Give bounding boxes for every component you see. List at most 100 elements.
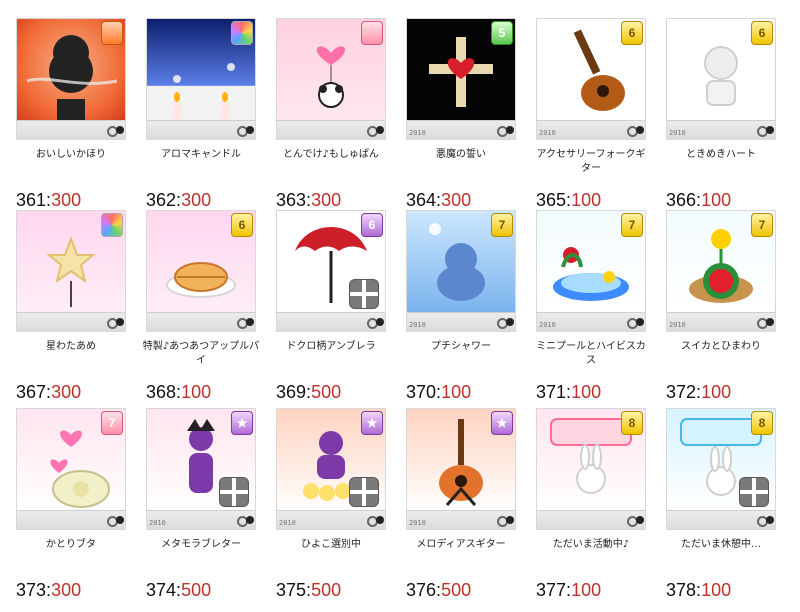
item-name: ときめきハート <box>686 149 756 160</box>
zoom-icon[interactable] <box>237 316 254 330</box>
item-code: 368:100 <box>146 382 212 402</box>
item-thumbnail[interactable]: 8 <box>666 408 776 530</box>
zoom-icon[interactable] <box>367 514 384 528</box>
item-card[interactable]: おいしいかほり 361:300 <box>16 18 144 218</box>
zoom-icon[interactable] <box>497 316 514 330</box>
item-name: メロディアスギター <box>416 539 506 550</box>
zoom-icon[interactable] <box>757 514 774 528</box>
item-card[interactable]: とんでけ♪もしゅぱん 363:300 <box>276 18 404 218</box>
item-name: メタモラブレター <box>161 539 241 550</box>
item-code: 375:500 <box>276 580 342 600</box>
item-thumbnail[interactable]: ★ 2010 <box>276 408 386 530</box>
item-card[interactable]: ★ 2010 メロディアスギター 376:500 <box>406 408 534 608</box>
zoom-icon[interactable] <box>627 124 644 138</box>
item-thumbnail[interactable]: 6 <box>276 210 386 332</box>
item-card[interactable]: 7 2010 スイカとひまわり 372:100 <box>666 210 794 410</box>
item-card[interactable]: ★ 2010 メタモラブレター 374:500 <box>146 408 274 608</box>
zoom-icon[interactable] <box>627 316 644 330</box>
item-name: 星わたあめ <box>46 341 96 352</box>
item-code: 369:500 <box>276 382 342 402</box>
item-thumbnail[interactable]: 7 2010 <box>406 210 516 332</box>
card-icon <box>361 21 383 45</box>
code-number: 366 <box>666 190 697 210</box>
zoom-icon[interactable] <box>497 124 514 138</box>
price-value: 500 <box>311 580 342 600</box>
price-value: 100 <box>571 190 602 210</box>
item-card[interactable]: 5 2010 悪魔の誓い 364:300 <box>406 18 534 218</box>
zoom-icon[interactable] <box>107 514 124 528</box>
item-thumbnail[interactable]: 7 2010 <box>536 210 646 332</box>
item-card[interactable]: 星わたあめ 367:300 <box>16 210 144 410</box>
zoom-icon[interactable] <box>107 124 124 138</box>
item-thumbnail[interactable]: ★ 2010 <box>146 408 256 530</box>
level-7-icon: 7 <box>621 213 643 237</box>
level-5-icon: 5 <box>491 21 513 45</box>
item-card[interactable]: アロマキャンドル 362:300 <box>146 18 274 218</box>
multicolor-icon <box>231 21 253 45</box>
item-thumbnail[interactable]: 6 2010 <box>666 18 776 140</box>
item-card[interactable]: 6 特製♪あつあつアップルパイ 368:100 <box>143 210 274 410</box>
item-card[interactable]: 6 2010 ときめきハート 366:100 <box>666 18 794 218</box>
level-7-icon: 7 <box>491 213 513 237</box>
thumbnail-strip <box>17 120 125 139</box>
level-6-icon: 6 <box>231 213 253 237</box>
item-name: アロマキャンドル <box>161 149 241 160</box>
zoom-icon[interactable] <box>757 124 774 138</box>
item-thumbnail[interactable] <box>146 18 256 140</box>
item-thumbnail[interactable]: 7 <box>16 408 126 530</box>
item-name: ミニプールとハイビスカス <box>536 341 646 366</box>
item-thumbnail[interactable]: ★ 2010 <box>406 408 516 530</box>
price-value: 300 <box>51 382 82 402</box>
item-card[interactable]: 8 ただいま休憩中… 378:100 <box>666 408 794 608</box>
price-value: 300 <box>51 190 82 210</box>
item-thumbnail[interactable] <box>16 18 126 140</box>
item-card[interactable]: 7 2010 ミニプールとハイビスカス 371:100 <box>536 210 664 410</box>
code-number: 375 <box>276 580 307 600</box>
thumbnail-strip <box>537 510 645 529</box>
year-label: 2010 <box>669 129 686 137</box>
price-value: 100 <box>571 382 602 402</box>
item-thumbnail[interactable] <box>276 18 386 140</box>
gift-icon <box>349 279 379 309</box>
item-thumbnail[interactable]: 6 <box>146 210 256 332</box>
price-value: 100 <box>701 382 732 402</box>
item-code: 363:300 <box>276 190 342 210</box>
price-value: 300 <box>51 580 82 600</box>
item-code: 367:300 <box>16 382 82 402</box>
zoom-icon[interactable] <box>367 124 384 138</box>
thumbnail-strip: 2010 <box>407 312 515 331</box>
star-icon: ★ <box>361 411 383 435</box>
code-number: 365 <box>536 190 567 210</box>
item-name: とんでけ♪もしゅぱん <box>283 149 379 160</box>
thumbnail-strip <box>17 510 125 529</box>
price-value: 300 <box>441 190 472 210</box>
item-card[interactable]: ★ 2010 ひよこ選別中 375:500 <box>276 408 404 608</box>
item-name: ドクロ柄アンブレラ <box>286 341 376 352</box>
code-number: 368 <box>146 382 177 402</box>
item-code: 366:100 <box>666 190 732 210</box>
thumbnail-strip: 2010 <box>407 510 515 529</box>
item-thumbnail[interactable] <box>16 210 126 332</box>
item-code: 378:100 <box>666 580 732 600</box>
thumbnail-strip <box>17 312 125 331</box>
zoom-icon[interactable] <box>237 124 254 138</box>
item-thumbnail[interactable]: 7 2010 <box>666 210 776 332</box>
item-thumbnail[interactable]: 5 2010 <box>406 18 516 140</box>
code-number: 367 <box>16 382 47 402</box>
zoom-icon[interactable] <box>757 316 774 330</box>
item-card[interactable]: 6 ドクロ柄アンブレラ 369:500 <box>276 210 404 410</box>
item-card[interactable]: 7 2010 プチシャワー 370:100 <box>406 210 534 410</box>
zoom-icon[interactable] <box>107 316 124 330</box>
zoom-icon[interactable] <box>237 514 254 528</box>
zoom-icon[interactable] <box>627 514 644 528</box>
item-card[interactable]: 6 2010 アクセサリーフォークギター 365:100 <box>536 18 664 218</box>
level-6-icon: 6 <box>361 213 383 237</box>
zoom-icon[interactable] <box>367 316 384 330</box>
zoom-icon[interactable] <box>497 514 514 528</box>
item-card[interactable]: 7 かとりブタ 373:300 <box>16 408 144 608</box>
item-card[interactable]: 8 ただいま活動中♪ 377:100 <box>536 408 664 608</box>
item-thumbnail[interactable]: 8 <box>536 408 646 530</box>
item-code: 373:300 <box>16 580 82 600</box>
item-thumbnail[interactable]: 6 2010 <box>536 18 646 140</box>
price-value: 500 <box>181 580 212 600</box>
